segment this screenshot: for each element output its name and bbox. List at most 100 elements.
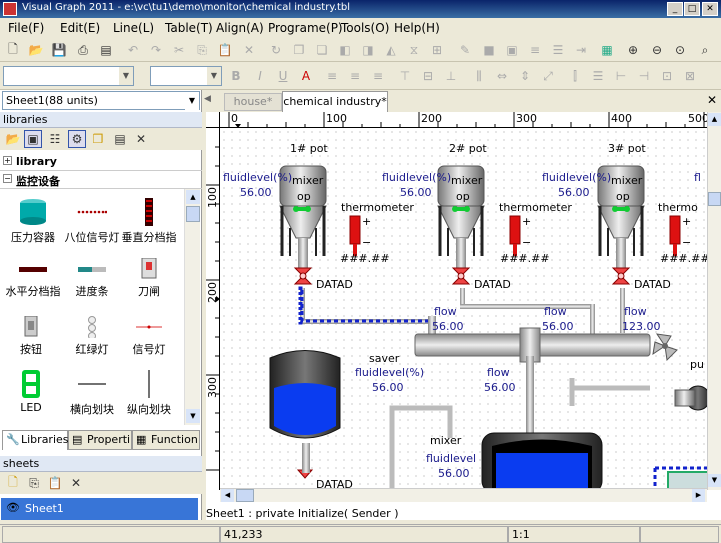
large-icons-icon[interactable]: ▣ (24, 130, 42, 148)
valve-3[interactable] (611, 267, 631, 285)
send-back-icon[interactable]: ◨ (359, 41, 377, 59)
delete-sheet-icon[interactable]: ✕ (67, 474, 85, 492)
align-center-icon[interactable]: ≡ (346, 67, 364, 85)
scroll-thumb[interactable] (236, 489, 254, 502)
align-middle-icon[interactable]: ⊟ (419, 67, 437, 85)
drawing-canvas[interactable]: + − + − + − 1# pot 2# pot 3# pot fluidle… (220, 128, 707, 488)
center-h-icon[interactable]: ⊢ (612, 67, 630, 85)
menu-edit[interactable]: Edit(E) (60, 21, 100, 35)
scroll-left-icon[interactable]: ◀ (221, 489, 234, 502)
lib-item-button[interactable]: 按钮 (4, 315, 58, 357)
lib-item-eight-signal[interactable]: 八位信号灯 (62, 198, 122, 245)
rotate-icon[interactable]: ↻ (267, 41, 285, 59)
properties-icon[interactable]: ▤ (111, 130, 129, 148)
tab-chemical-industry[interactable]: chemical industry* (282, 91, 388, 112)
valve-1[interactable] (293, 267, 313, 285)
same-width-icon[interactable]: ⇔ (493, 67, 511, 85)
scroll-down-icon[interactable]: ▼ (708, 474, 721, 487)
lib-item-led[interactable]: LED (4, 370, 58, 414)
space-v-icon[interactable]: ☰ (589, 67, 607, 85)
new-icon[interactable]: 🗋 (4, 41, 22, 59)
lib-item-pressure-vessel[interactable]: 压力容器 (6, 198, 60, 245)
tab-house[interactable]: house* (224, 93, 282, 111)
zoom-out-icon[interactable]: ⊖ (648, 41, 666, 59)
scroll-up-icon[interactable]: ▲ (186, 190, 200, 204)
scroll-thumb[interactable] (708, 192, 721, 206)
space-h-icon[interactable]: ⫿ (566, 67, 584, 85)
lib-item-traffic-light[interactable]: 红绿灯 (62, 316, 122, 357)
center-v-icon[interactable]: ⊣ (635, 67, 653, 85)
saver-tank[interactable] (269, 350, 341, 474)
copy-sheet-icon[interactable]: ⎘ (25, 474, 43, 492)
tab-properties[interactable]: ▤ Properti. (68, 430, 132, 450)
menu-line[interactable]: Line(L) (113, 21, 154, 35)
group-monitor-row[interactable]: − 监控设备 (0, 171, 202, 189)
mixer-tank[interactable] (481, 432, 603, 488)
close-tab-icon[interactable]: ✕ (707, 93, 717, 107)
canvas-hscrollbar[interactable]: ◀ ▶ (220, 488, 707, 502)
group-library-row[interactable]: + library (0, 153, 202, 171)
thermometer-2[interactable]: +− (509, 215, 531, 256)
sheet-selector[interactable]: Sheet1(88 units) ▼ (2, 91, 200, 110)
align-bottom-icon[interactable]: ⊥ (442, 67, 460, 85)
distribute-icon[interactable]: ⫼ (470, 67, 488, 85)
bring-front-icon[interactable]: ◧ (336, 41, 354, 59)
sheet-list-item[interactable]: 👁 Sheet1 (1, 498, 198, 520)
lib-item-signal-lamp[interactable]: 信号灯 (118, 316, 180, 357)
delete-icon[interactable]: ✕ (240, 41, 258, 59)
menu-programe[interactable]: Programe(P) (268, 21, 343, 35)
preview-icon[interactable]: ▤ (97, 41, 115, 59)
flip-v-icon[interactable]: ⧖ (405, 41, 423, 59)
maximize-button[interactable]: □ (684, 2, 700, 16)
tree-view-icon[interactable]: ⚙ (68, 130, 86, 148)
lib-item-h-slider[interactable]: 横向划块 (62, 370, 122, 417)
ungroup-icon[interactable]: ❏ (313, 41, 331, 59)
scroll-thumb[interactable] (186, 206, 200, 222)
menu-tools[interactable]: Tools(O) (341, 21, 389, 35)
paste-icon[interactable]: 📋 (216, 41, 234, 59)
open-library-icon[interactable]: 📂 (4, 130, 22, 148)
pump[interactable] (674, 385, 707, 411)
thermometer-1[interactable]: +− (349, 215, 371, 256)
library-scrollbar[interactable]: ▲ ▼ (184, 189, 200, 425)
lib-item-vertical-indicator[interactable]: 垂直分档指 (118, 198, 180, 245)
same-height-icon[interactable]: ⇕ (516, 67, 534, 85)
minimize-button[interactable]: _ (667, 2, 683, 16)
valve-2[interactable] (451, 267, 471, 285)
cut-icon[interactable]: ✂ (170, 41, 188, 59)
scroll-up-icon[interactable]: ▲ (708, 113, 721, 126)
zoom-fit-icon[interactable]: ⊙ (671, 41, 689, 59)
line-style-icon[interactable]: ☰ (549, 41, 567, 59)
redo-icon[interactable]: ↷ (147, 41, 165, 59)
scroll-right-icon[interactable]: ▶ (692, 489, 705, 502)
snap-icon[interactable]: ⊡ (658, 67, 676, 85)
bold-icon[interactable]: B (227, 67, 245, 85)
flip-h-icon[interactable]: ◭ (382, 41, 400, 59)
print-icon[interactable]: ⎙ (74, 41, 92, 59)
save-icon[interactable]: 💾 (50, 41, 68, 59)
copy-icon[interactable]: ⎘ (193, 41, 211, 59)
tab-libraries[interactable]: 🔧 Libraries (2, 430, 69, 450)
menu-table[interactable]: Table(T) (165, 21, 213, 35)
line-color-icon[interactable]: ✎ (456, 41, 474, 59)
align-top-icon[interactable]: ⊤ (396, 67, 414, 85)
same-size-icon[interactable]: ⤢ (539, 67, 557, 85)
menu-file[interactable]: File(F) (8, 21, 44, 35)
grid-icon[interactable]: ▦ (598, 41, 616, 59)
paste-sheet-icon[interactable]: 📋 (46, 474, 64, 492)
lib-item-progress[interactable]: 进度条 (62, 258, 122, 299)
font-color-icon[interactable]: A (297, 67, 315, 85)
align-right-icon[interactable]: ≡ (369, 67, 387, 85)
collapse-icon[interactable]: − (3, 174, 12, 183)
scroll-down-icon[interactable]: ▼ (186, 409, 200, 423)
align-left-icon[interactable]: ≡ (323, 67, 341, 85)
lib-item-v-slider[interactable]: 纵向划块 (118, 370, 180, 417)
group-icon[interactable]: ❐ (290, 41, 308, 59)
list-view-icon[interactable]: ☷ (46, 130, 64, 148)
menu-align[interactable]: Align(A) (216, 21, 264, 35)
canvas-vscrollbar[interactable]: ▲ ▼ (707, 112, 721, 490)
fill-color-icon[interactable]: ■ (480, 41, 498, 59)
italic-icon[interactable]: I (251, 67, 269, 85)
tab-function[interactable]: ▦ Function (132, 430, 200, 450)
open-icon[interactable]: 📂 (27, 41, 45, 59)
